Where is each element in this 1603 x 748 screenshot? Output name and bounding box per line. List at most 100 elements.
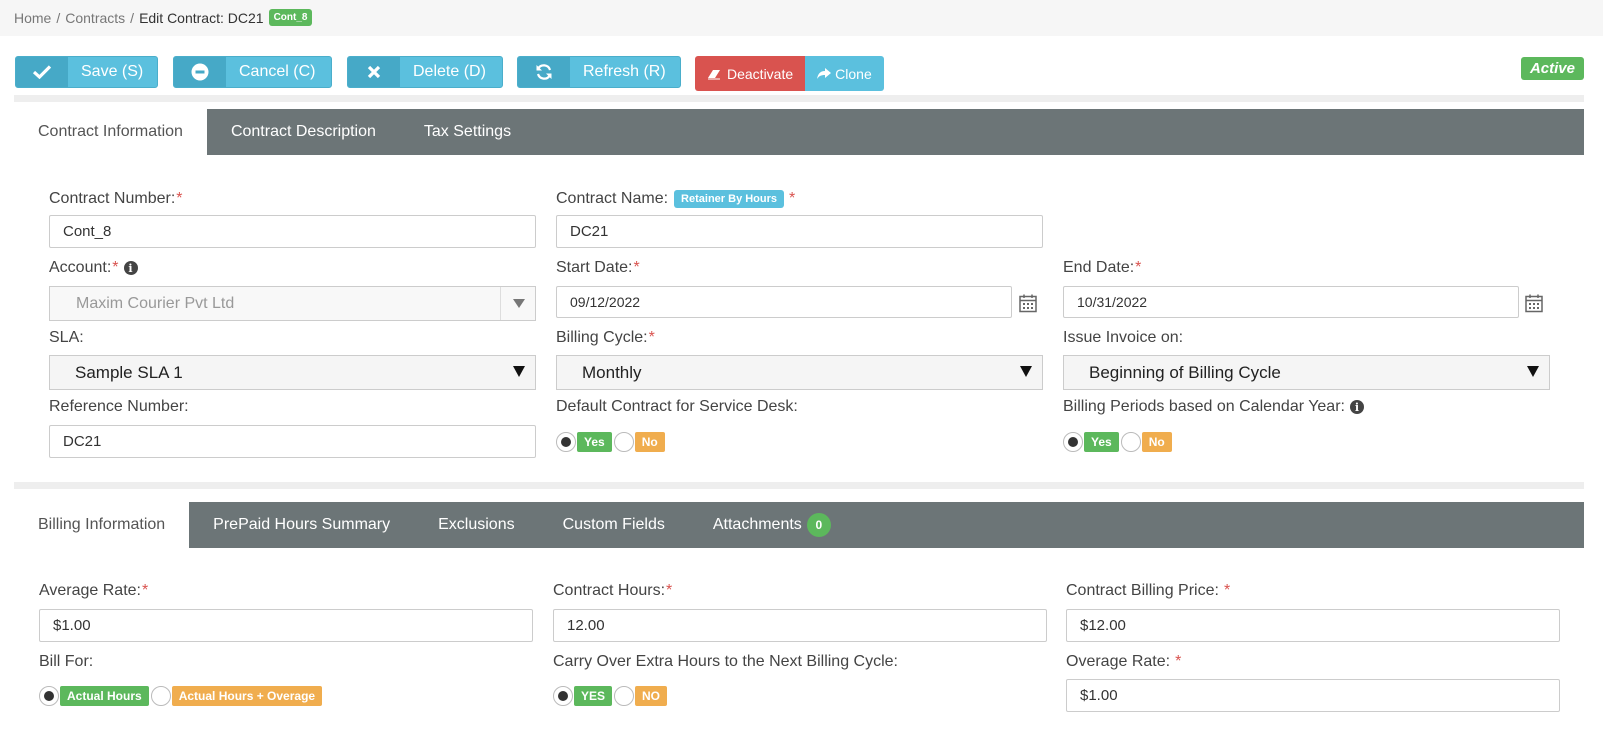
default-contract-label: Default Contract for Service Desk: xyxy=(556,398,798,415)
contract-number-input[interactable] xyxy=(49,215,536,248)
tab-attachments-label: Attachments xyxy=(712,516,802,533)
calendar-icon[interactable] xyxy=(1018,293,1038,313)
account-label-text: Account: xyxy=(49,259,112,276)
chevron-down-icon xyxy=(513,366,525,377)
billing-tabs: Billing Information PrePaid Hours Summar… xyxy=(14,502,1584,548)
average-rate-label: Average Rate: * xyxy=(39,582,148,600)
required-mark: * xyxy=(112,259,119,276)
contract-hours-label-text: Contract Hours: xyxy=(553,582,666,599)
carry-over-no-radio[interactable] xyxy=(614,686,635,706)
carry-over-yes-radio[interactable] xyxy=(553,686,573,706)
bill-for-actual-label: Actual Hours xyxy=(60,686,149,706)
save-button[interactable]: Save (S) xyxy=(15,56,158,88)
eraser-icon xyxy=(707,68,721,80)
contract-number-label-text: Contract Number: xyxy=(49,190,176,207)
overage-rate-input[interactable] xyxy=(1066,679,1560,712)
status-badge: Active xyxy=(1520,57,1584,80)
deactivate-button[interactable]: Deactivate xyxy=(695,56,806,91)
tab-prepaid-hours-summary[interactable]: PrePaid Hours Summary xyxy=(189,502,414,548)
breadcrumb-separator: / xyxy=(130,9,135,26)
required-mark: * xyxy=(1223,582,1231,599)
default-contract-no-label: No xyxy=(634,432,665,452)
default-contract-yes-radio[interactable] xyxy=(556,432,576,452)
required-mark: * xyxy=(1175,653,1182,670)
contract-billing-price-input[interactable] xyxy=(1066,609,1560,642)
issue-invoice-select-value: Beginning of Billing Cycle xyxy=(1089,362,1281,382)
average-rate-input[interactable] xyxy=(39,609,533,642)
billing-periods-no-radio[interactable] xyxy=(1120,432,1141,452)
clone-button[interactable]: Clone xyxy=(805,56,884,91)
billing-cycle-label-text: Billing Cycle: xyxy=(556,329,648,346)
carry-over-yes-label: YES xyxy=(574,686,613,706)
tab-billing-information[interactable]: Billing Information xyxy=(14,502,190,548)
tab-tax-settings[interactable]: Tax Settings xyxy=(400,109,535,155)
deactivate-clone-group: Deactivate Clone xyxy=(695,56,884,91)
delete-button-label: Delete (D) xyxy=(413,63,486,80)
chevron-down-icon xyxy=(1527,366,1539,377)
clone-button-label: Clone xyxy=(835,65,872,82)
tab-attachments[interactable]: Attachments 0 xyxy=(689,502,855,548)
issue-invoice-select[interactable]: Beginning of Billing Cycle xyxy=(1063,355,1550,390)
bill-for-overage-label: Actual Hours + Overage xyxy=(171,686,323,706)
section-divider xyxy=(14,95,1584,102)
carry-over-radio-group: YES NO xyxy=(553,686,669,706)
end-date-input[interactable] xyxy=(1063,286,1519,318)
issue-invoice-label: Issue Invoice on: xyxy=(1063,329,1184,346)
calendar-icon[interactable] xyxy=(1524,293,1544,313)
required-mark: * xyxy=(1135,259,1142,276)
refresh-icon xyxy=(518,57,570,87)
info-icon[interactable]: i xyxy=(123,261,138,275)
cancel-button-label: Cancel (C) xyxy=(239,63,316,80)
select-separator xyxy=(500,287,501,320)
delete-button[interactable]: Delete (D) xyxy=(347,56,503,88)
required-mark: * xyxy=(648,329,655,346)
account-select-value: Maxim Courier Pvt Ltd xyxy=(76,294,235,312)
bill-for-radio-group: Actual Hours Actual Hours + Overage xyxy=(39,686,324,706)
tab-contract-information[interactable]: Contract Information xyxy=(14,109,207,155)
tab-custom-fields[interactable]: Custom Fields xyxy=(539,502,689,548)
refresh-button-label: Refresh (R) xyxy=(583,63,666,80)
bill-for-actual-radio[interactable] xyxy=(39,686,59,706)
required-mark: * xyxy=(176,190,183,207)
billing-cycle-label: Billing Cycle: * xyxy=(556,329,655,347)
contract-id-badge: Cont_8 xyxy=(268,9,313,26)
account-select: Maxim Courier Pvt Ltd xyxy=(49,286,536,321)
contract-name-label-text: Contract Name: xyxy=(556,190,669,207)
required-mark: * xyxy=(789,190,796,207)
default-contract-yes-label: Yes xyxy=(577,432,612,452)
bill-for-overage-radio[interactable] xyxy=(150,686,171,706)
save-button-label: Save (S) xyxy=(81,63,144,80)
overage-rate-label-text: Overage Rate: xyxy=(1066,653,1171,670)
contract-name-input[interactable] xyxy=(556,215,1043,248)
billing-cycle-select[interactable]: Monthly xyxy=(556,355,1043,390)
attachments-count-badge: 0 xyxy=(806,513,831,537)
billing-periods-no-label: No xyxy=(1141,432,1172,452)
info-icon[interactable]: i xyxy=(1349,400,1364,414)
required-mark: * xyxy=(142,582,149,599)
account-label: Account: * i xyxy=(49,259,138,277)
billing-cycle-select-value: Monthly xyxy=(582,362,642,382)
tab-contract-description[interactable]: Contract Description xyxy=(207,109,400,155)
refresh-button[interactable]: Refresh (R) xyxy=(517,56,681,88)
billing-periods-yes-radio[interactable] xyxy=(1063,432,1083,452)
default-contract-radio-group: Yes No xyxy=(556,432,667,452)
contract-hours-input[interactable] xyxy=(553,609,1047,642)
chevron-down-icon xyxy=(513,299,525,308)
end-date-label-text: End Date: xyxy=(1063,259,1135,276)
contract-billing-price-label-text: Contract Billing Price: xyxy=(1066,582,1219,599)
cancel-button[interactable]: Cancel (C) xyxy=(173,56,332,88)
default-contract-no-radio[interactable] xyxy=(613,432,634,452)
reference-number-input[interactable] xyxy=(49,425,536,458)
billing-periods-label-text: Billing Periods based on Calendar Year: xyxy=(1063,398,1345,415)
tab-exclusions[interactable]: Exclusions xyxy=(414,502,538,548)
bill-for-label: Bill For: xyxy=(39,653,94,670)
sla-select-value: Sample SLA 1 xyxy=(75,362,183,382)
breadcrumb-contracts[interactable]: Contracts xyxy=(65,10,125,26)
start-date-input[interactable] xyxy=(556,286,1012,318)
breadcrumb-home[interactable]: Home xyxy=(14,10,51,26)
contract-billing-price-label: Contract Billing Price: * xyxy=(1066,582,1230,600)
contract-hours-label: Contract Hours: * xyxy=(553,582,672,600)
overage-rate-label: Overage Rate: * xyxy=(1066,653,1181,671)
sla-select[interactable]: Sample SLA 1 xyxy=(49,355,536,390)
billing-periods-radio-group: Yes No xyxy=(1063,432,1174,452)
